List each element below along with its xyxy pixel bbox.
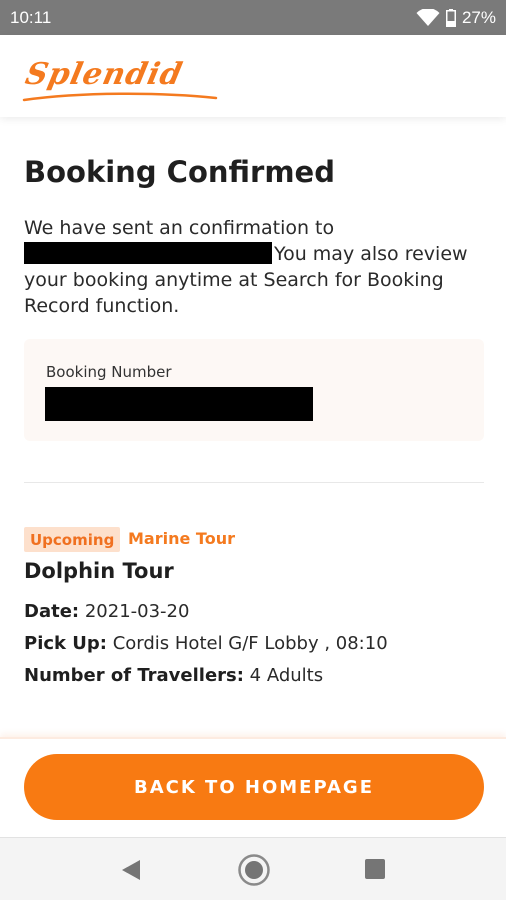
pickup-value: Cordis Hotel G/F Lobby , 08:10 [112, 633, 388, 654]
recents-icon[interactable] [364, 858, 386, 884]
date-value: 2021-03-20 [84, 601, 190, 622]
status-time: 10:11 [10, 7, 52, 27]
redacted-booking-number [45, 387, 313, 421]
app-header: Splendid [0, 35, 506, 117]
divider [24, 482, 484, 483]
back-icon[interactable] [120, 858, 142, 886]
redacted-email [24, 242, 272, 264]
confirmation-message: We have sent an confirmation to You may … [24, 215, 494, 319]
status-bar: 10:11 27% [0, 0, 506, 35]
booking-number-label: Booking Number [46, 363, 172, 381]
back-to-homepage-button[interactable]: BACK TO HOMEPAGE [24, 754, 484, 820]
wifi-icon [416, 8, 440, 27]
message-prefix: We have sent an confirmation to [24, 217, 335, 239]
battery-percent: 27% [461, 7, 496, 27]
date-label: Date: [24, 601, 80, 622]
battery-icon [445, 8, 456, 27]
booking-number-card: Booking Number [24, 339, 484, 441]
status-indicators: 27% [416, 8, 496, 28]
footer: BACK TO HOMEPAGE [0, 737, 506, 837]
confirmation-content: Booking Confirmed We have sent an confir… [0, 117, 506, 737]
system-nav-bar [0, 837, 506, 900]
home-icon[interactable] [237, 853, 271, 891]
tour-category: Marine Tour [128, 529, 235, 548]
pickup-label: Pick Up: [24, 633, 107, 654]
page-title: Booking Confirmed [24, 155, 335, 189]
date-row: Date: 2021-03-20 [24, 601, 189, 622]
travellers-value: 4 Adults [249, 665, 324, 686]
status-badge: Upcoming [24, 527, 121, 552]
brand-logo[interactable]: Splendid [22, 57, 186, 92]
footer-divider [0, 737, 506, 739]
logo-swash-icon [22, 92, 218, 102]
tour-name: Dolphin Tour [24, 559, 174, 583]
travellers-label: Number of Travellers: [24, 665, 244, 686]
travellers-row: Number of Travellers: 4 Adults [24, 665, 323, 686]
pickup-row: Pick Up: Cordis Hotel G/F Lobby , 08:10 [24, 633, 388, 654]
